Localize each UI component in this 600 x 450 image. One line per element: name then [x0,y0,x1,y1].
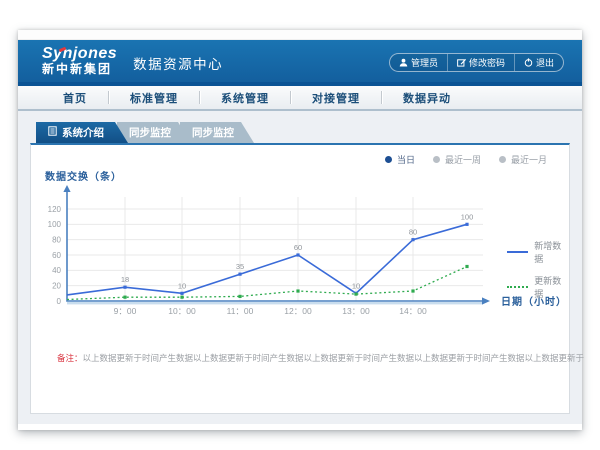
chart-panel: 当日 最近一周 最近一月 数据交换（条） 0 20 40 60 80 100 120 9：00… [30,143,570,414]
svg-text:100: 100 [461,212,474,221]
user-icon [399,58,408,67]
filter-label: 最近一周 [445,153,481,166]
series-legend: 新增数据 更新数据 [507,239,569,300]
nav-item-data-change[interactable]: 数据异动 [382,90,472,106]
tab-label: 系统介绍 [62,125,104,140]
svg-text:18: 18 [121,275,129,284]
legend-updated-data: 更新数据 [507,274,569,300]
svg-text:120: 120 [48,205,62,214]
solid-line-icon [507,251,528,253]
change-password-button[interactable]: 修改密码 [447,54,514,71]
user-button-label: 管理员 [411,56,438,69]
edit-icon [457,58,466,67]
nav-item-standard-mgmt[interactable]: 标准管理 [109,90,199,106]
filter-label: 当日 [397,153,415,166]
filter-today[interactable]: 当日 [385,153,415,166]
radio-dot-icon [433,156,440,163]
range-filter-legend: 当日 最近一周 最近一月 [385,153,547,166]
document-icon [48,126,57,139]
logout-icon [524,58,533,67]
svg-text:20: 20 [52,281,61,290]
page: Synjones 新中新集团 数据资源中心 管理员 修改密码 退出 [0,0,600,450]
nav-item-home[interactable]: 首页 [42,90,108,106]
logo-subtext: 新中新集团 [42,63,117,76]
page-top-strip [18,30,582,40]
svg-text:10：00: 10：00 [168,306,196,316]
svg-text:9：00: 9：00 [114,306,137,316]
tab-label: 同步监控 [129,125,171,140]
svg-text:60: 60 [52,251,61,260]
dotted-line-icon [507,286,528,288]
user-menu: 管理员 修改密码 退出 [389,53,564,72]
svg-text:14：00: 14：00 [399,306,427,316]
line-chart: 0 20 40 60 80 100 120 9：00 10：00 11：00 12：00 13：00 1… [31,183,569,341]
tab-sync-monitor-1[interactable]: 同步监控 [117,122,191,143]
legend-new-data: 新增数据 [507,239,569,265]
svg-text:60: 60 [294,243,302,252]
tab-sync-monitor-2[interactable]: 同步监控 [180,122,254,143]
tab-bar: 系统介绍 同步监控 同步监控 [30,122,570,143]
main-nav: 首页 标准管理 系统管理 对接管理 数据异动 [18,86,582,111]
logout-label: 退出 [536,56,554,69]
filter-label: 最近一月 [511,153,547,166]
header: Synjones 新中新集团 数据资源中心 管理员 修改密码 退出 [18,40,582,86]
svg-text:100: 100 [48,220,62,229]
radio-dot-icon [385,156,392,163]
y-axis-title: 数据交换（条） [45,168,122,183]
tab-label: 同步监控 [192,125,234,140]
svg-text:40: 40 [52,266,61,275]
footnote-prefix: 备注： [57,353,83,363]
tab-system-intro[interactable]: 系统介绍 [36,122,128,143]
svg-text:10: 10 [352,281,360,290]
footnote: 备注：以上数据更新于时间产生数据以上数据更新于时间产生数据以上数据更新于时间产生… [57,352,559,364]
page-title: 数据资源中心 [133,53,223,73]
logo: Synjones 新中新集团 [42,46,117,75]
svg-text:80: 80 [52,235,61,244]
user-button[interactable]: 管理员 [390,54,447,71]
svg-text:11：00: 11：00 [227,306,254,316]
logout-button[interactable]: 退出 [514,54,563,71]
nav-item-interface-mgmt[interactable]: 对接管理 [291,90,381,106]
legend-label: 新增数据 [534,239,569,265]
filter-last-month[interactable]: 最近一月 [499,153,547,166]
svg-text:13：00: 13：00 [342,306,370,316]
filter-last-week[interactable]: 最近一周 [433,153,481,166]
change-password-label: 修改密码 [469,56,505,69]
svg-text:12：00: 12：00 [284,306,312,316]
svg-text:35: 35 [236,262,244,271]
nav-item-system-mgmt[interactable]: 系统管理 [200,90,290,106]
svg-text:0: 0 [57,297,62,306]
app-window: Synjones 新中新集团 数据资源中心 管理员 修改密码 退出 [18,30,582,430]
svg-text:10: 10 [178,281,186,290]
logo-text: Synjones [42,46,117,63]
svg-text:80: 80 [409,228,417,237]
legend-label: 更新数据 [534,274,569,300]
footnote-text: 以上数据更新于时间产生数据以上数据更新于时间产生数据以上数据更新于时间产生数据以… [83,353,585,363]
content-area: 系统介绍 同步监控 同步监控 当日 最近一周 [18,111,582,424]
radio-dot-icon [499,156,506,163]
